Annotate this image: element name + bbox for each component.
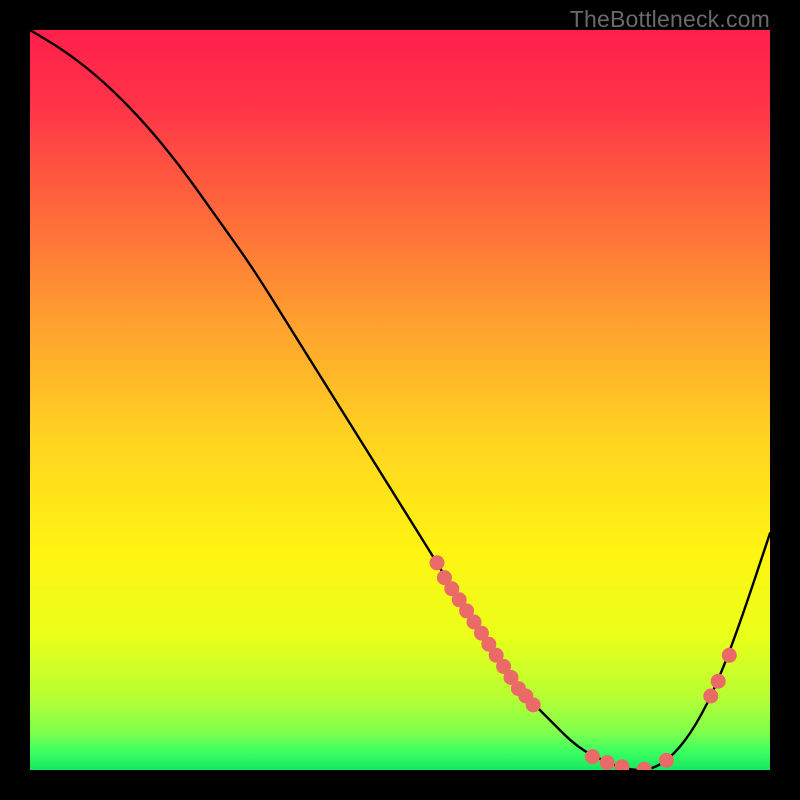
data-marker: [722, 648, 737, 663]
data-marker: [585, 749, 600, 764]
data-marker: [526, 697, 541, 712]
chart-svg: [30, 30, 770, 770]
data-marker: [711, 674, 726, 689]
data-marker: [659, 753, 674, 768]
data-marker: [430, 555, 445, 570]
data-marker: [703, 689, 718, 704]
watermark-text: TheBottleneck.com: [570, 6, 770, 33]
data-marker: [600, 755, 615, 770]
gradient-background: [30, 30, 770, 770]
chart-frame: [30, 30, 770, 770]
